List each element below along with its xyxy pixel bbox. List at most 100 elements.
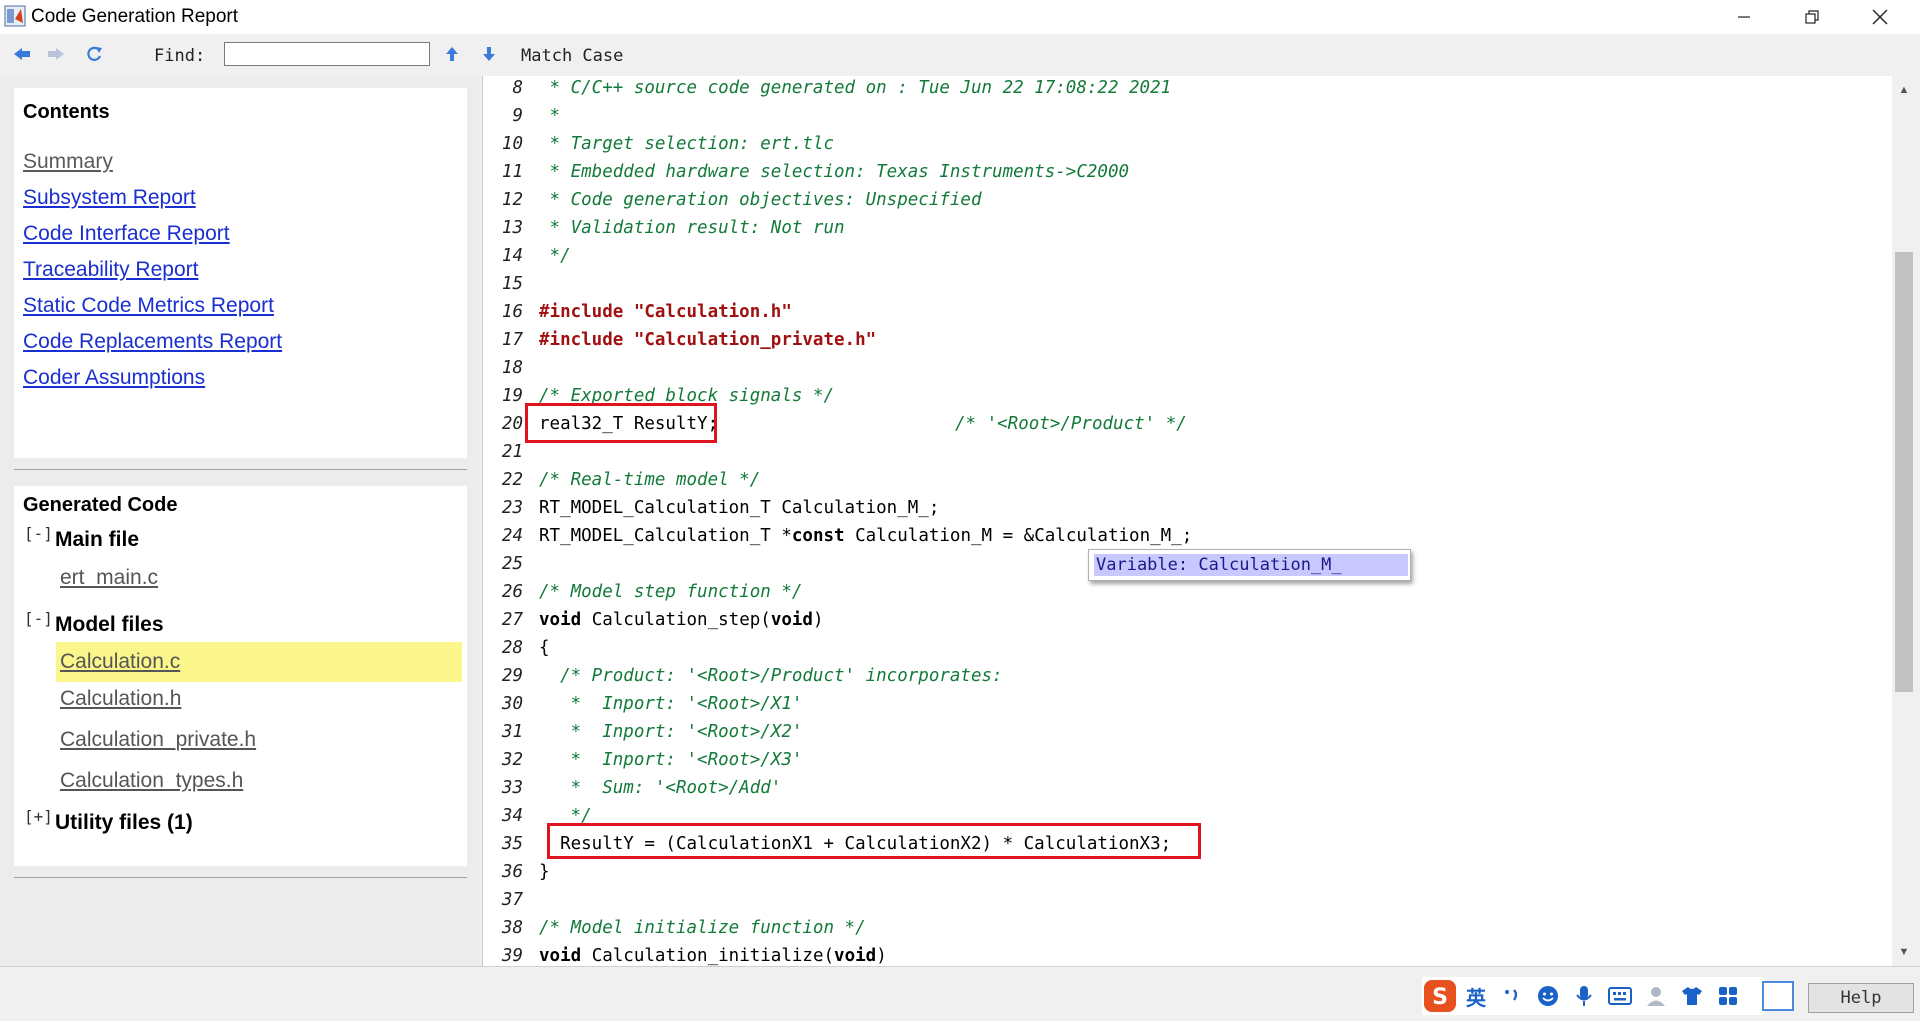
find-input[interactable] (224, 42, 430, 66)
link-coder-assumptions[interactable]: Coder Assumptions (23, 366, 205, 390)
back-arrow-icon (14, 48, 30, 60)
minimize-button[interactable] (1710, 0, 1778, 34)
keyboard-icon[interactable] (1602, 978, 1638, 1014)
code-line: 8 * C/C++ source code generated on : Tue… (483, 74, 1171, 102)
line-number: 8 (512, 78, 523, 98)
line-number: 24 (501, 526, 523, 546)
minimize-icon (1738, 16, 1750, 18)
code-line: 25 (483, 550, 523, 578)
code-line: 37 (483, 886, 523, 914)
refresh-button[interactable] (82, 42, 106, 66)
code-text: * Inport: '<Root>/X1' (539, 694, 803, 714)
link-summary[interactable]: Summary (23, 150, 113, 174)
code-text: /* Model step function */ (539, 582, 803, 602)
ime-language-toggle[interactable]: 英 (1458, 978, 1494, 1014)
scroll-thumb[interactable] (1895, 252, 1913, 692)
model-files-toggle[interactable]: [-] (24, 609, 53, 628)
code-line: 14 */ (483, 242, 571, 270)
code-line: 17 #include "Calculation_private.h" (483, 326, 876, 354)
code-line: 23 RT_MODEL_Calculation_T Calculation_M_; (483, 494, 939, 522)
trace-comment: /* '<Root>/Product' */ (955, 414, 1187, 434)
line-number: 34 (501, 806, 523, 826)
line-number: 15 (501, 274, 523, 294)
utility-files-group-label: Utility files (1) (55, 811, 193, 834)
code-line: 11 * Embedded hardware selection: Texas … (483, 158, 1129, 186)
line-number: 26 (501, 582, 523, 602)
code-line: 27 void Calculation_step(void) (483, 606, 824, 634)
code-line: 13 * Validation result: Not run (483, 214, 845, 242)
match-case-option[interactable]: Match Case (521, 46, 623, 66)
scroll-down-button[interactable]: ▼ (1892, 942, 1916, 962)
user-icon[interactable] (1638, 978, 1674, 1014)
toolbox-grid-icon[interactable] (1710, 978, 1746, 1014)
ime-toolbar: S 英 (1422, 977, 1764, 1015)
code-line: 19/* Exported block signals */ (483, 382, 834, 410)
code-line: 36} (483, 858, 550, 886)
refresh-icon (87, 46, 102, 61)
close-icon (1872, 9, 1888, 25)
code-text: */ (539, 246, 571, 266)
code-line: 9 * (483, 102, 560, 130)
line-number: 36 (501, 862, 523, 882)
link-traceability-report[interactable]: Traceability Report (23, 258, 198, 282)
help-button[interactable]: Help (1808, 983, 1914, 1013)
code-line: 21 (483, 438, 523, 466)
file-link-calculation-private-h[interactable]: Calculation_private.h (60, 728, 256, 752)
code-line: 31 * Inport: '<Root>/X2' (483, 718, 802, 746)
scroll-up-button[interactable]: ▲ (1892, 80, 1916, 100)
file-link-ert-main-c[interactable]: ert_main.c (60, 566, 158, 590)
code-line: 26 /* Model step function */ (483, 578, 802, 606)
code-view[interactable]: 8 * C/C++ source code generated on : Tue… (482, 76, 1893, 966)
code-text: } (539, 862, 550, 882)
restore-button[interactable] (1778, 0, 1846, 34)
include-directive: #include "Calculation.h" (539, 302, 792, 322)
link-static-code-metrics-report[interactable]: Static Code Metrics Report (23, 294, 274, 318)
ime-logo-icon[interactable]: S (1422, 978, 1458, 1014)
skin-shirt-icon[interactable] (1674, 978, 1710, 1014)
main-file-toggle[interactable]: [-] (24, 524, 53, 543)
panel-divider-bottom (14, 877, 467, 878)
code-line: 24 RT_MODEL_Calculation_T *const Calculat… (483, 522, 1192, 550)
code-line: 35 ResultY = (CalculationX1 + Calculatio… (483, 830, 1171, 858)
highlight-box-resulty-assignment (547, 823, 1201, 859)
file-link-calculation-types-h[interactable]: Calculation_types.h (60, 769, 243, 793)
arrow-down-icon (483, 47, 495, 61)
find-previous-button[interactable] (440, 42, 464, 66)
line-number: 14 (501, 246, 523, 266)
line-number: 35 (501, 834, 523, 854)
file-link-calculation-h[interactable]: Calculation.h (60, 687, 181, 711)
line-number: 33 (501, 778, 523, 798)
arrow-up-icon (446, 47, 458, 61)
emoji-icon[interactable] (1530, 978, 1566, 1014)
code-text: * Embedded hardware selection: Texas Ins… (539, 162, 1130, 182)
vertical-scrollbar[interactable]: ▲ ▼ (1892, 76, 1916, 966)
ime-status-box[interactable] (1762, 981, 1794, 1011)
code-text: * (539, 106, 561, 126)
link-code-replacements-report[interactable]: Code Replacements Report (23, 330, 282, 354)
main-file-group-label: Main file (55, 528, 140, 551)
code-line: 32 * Inport: '<Root>/X3' (483, 746, 802, 774)
link-subsystem-report[interactable]: Subsystem Report (23, 186, 196, 210)
code-line: 16 #include "Calculation.h" (483, 298, 792, 326)
code-line: 20 real32_T ResultY;/* '<Root>/Product' *… (483, 410, 1187, 438)
toolbar: Find: Match Case (0, 34, 1920, 76)
utility-files-toggle[interactable]: [+] (24, 807, 53, 826)
app-icon (4, 5, 26, 27)
close-button[interactable] (1846, 0, 1914, 34)
line-number: 18 (501, 358, 523, 378)
line-number: 25 (501, 554, 523, 574)
svg-text:S: S (1432, 985, 1448, 1010)
punctuation-icon[interactable] (1494, 978, 1530, 1014)
forward-button[interactable] (44, 42, 68, 66)
line-number: 13 (501, 218, 523, 238)
microphone-icon[interactable] (1566, 978, 1602, 1014)
back-button[interactable] (10, 42, 34, 66)
file-link-calculation-c[interactable]: Calculation.c (56, 642, 462, 682)
code-text: /* Product: '<Root>/Product' incorporate… (539, 666, 1003, 686)
code-line: 38 /* Model initialize function */ (483, 914, 866, 942)
status-bar: S 英 Help (0, 966, 1920, 1021)
model-files-group-label: Model files (55, 613, 164, 636)
find-next-button[interactable] (477, 42, 501, 66)
code-text: /* Real-time model */ (539, 470, 761, 490)
link-code-interface-report[interactable]: Code Interface Report (23, 222, 230, 246)
